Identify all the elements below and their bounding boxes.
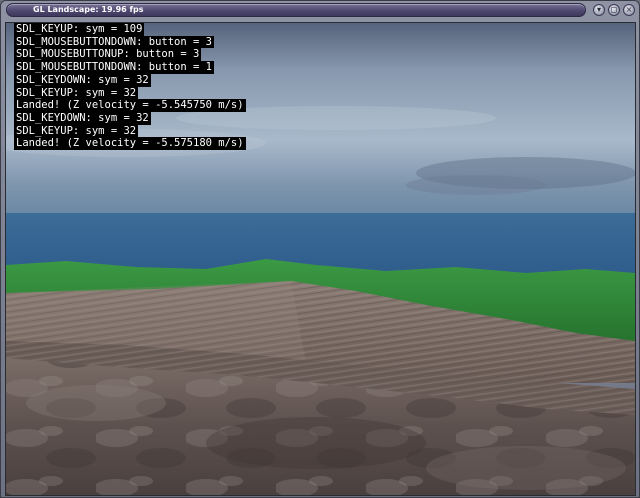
log-line: SDL_MOUSEBUTTONUP: button = 3 <box>14 48 202 62</box>
rock-blotch <box>426 446 626 490</box>
title-pill[interactable]: GL Landscape: 19.96 fps <box>6 3 586 17</box>
log-line: SDL_KEYUP: sym = 32 <box>14 86 139 100</box>
maximize-button[interactable]: ◻ <box>608 4 620 16</box>
cloud <box>406 175 546 195</box>
window-title: GL Landscape: 19.96 fps <box>33 5 144 14</box>
log-line: SDL_MOUSEBUTTONDOWN: button = 1 <box>14 61 214 74</box>
event-log: SDL_KEYUP: sym = 109 SDL_MOUSEBUTTONDOWN… <box>14 23 374 151</box>
log-line: SDL_MOUSEBUTTONDOWN: button = 3 <box>14 35 214 49</box>
log-line: Landed! (Z velocity = -5.545750 m/s) <box>14 99 246 112</box>
close-button[interactable]: × <box>623 4 635 16</box>
app-window: GL Landscape: 19.96 fps ▾ ◻ × SDL_KEYUP:… <box>0 0 640 498</box>
close-icon: × <box>625 5 633 14</box>
log-line: SDL_KEYDOWN: sym = 32 <box>14 111 151 125</box>
minimize-button[interactable]: ▾ <box>593 4 605 16</box>
rock-blotch <box>26 385 166 421</box>
title-bar[interactable]: GL Landscape: 19.96 fps ▾ ◻ × <box>1 1 639 21</box>
minimize-icon: ▾ <box>596 5 601 14</box>
log-line: SDL_KEYUP: sym = 32 <box>14 124 139 138</box>
log-line: Landed! (Z velocity = -5.575180 m/s) <box>14 137 246 151</box>
gl-viewport[interactable]: SDL_KEYUP: sym = 109 SDL_MOUSEBUTTONDOWN… <box>5 22 636 496</box>
log-line: SDL_KEYDOWN: sym = 32 <box>14 73 151 87</box>
log-line: SDL_KEYUP: sym = 109 <box>14 23 145 36</box>
rock-blotch <box>206 417 426 469</box>
maximize-icon: ◻ <box>610 5 618 14</box>
